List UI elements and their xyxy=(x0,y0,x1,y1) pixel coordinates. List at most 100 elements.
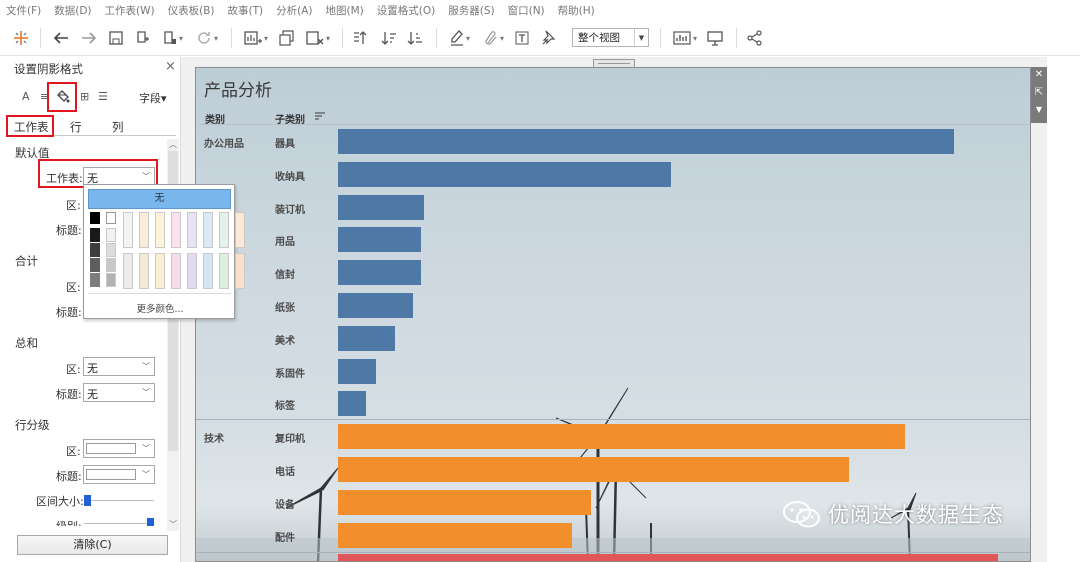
color-swatch[interactable] xyxy=(106,258,116,272)
bar[interactable] xyxy=(338,424,905,450)
bar[interactable] xyxy=(338,522,572,548)
color-swatch[interactable] xyxy=(123,212,133,248)
close-icon[interactable]: ✕ xyxy=(1031,69,1047,80)
color-swatch[interactable] xyxy=(106,212,116,224)
grand-total-area-dropdown[interactable]: 无 ﹀ xyxy=(83,357,155,376)
sort-icon[interactable] xyxy=(315,112,325,121)
tableau-logo-icon[interactable] xyxy=(12,27,30,49)
pause-update-icon[interactable]: ▾ xyxy=(160,27,186,49)
bar[interactable] xyxy=(338,358,376,384)
color-swatch[interactable] xyxy=(187,212,197,248)
tab-rows[interactable]: 行 xyxy=(70,119,82,135)
menu-server[interactable]: 服务器(S) xyxy=(448,3,494,18)
color-swatch[interactable] xyxy=(123,253,133,289)
color-swatch[interactable] xyxy=(171,212,181,248)
menu-help[interactable]: 帮助(H) xyxy=(558,3,595,18)
color-swatch[interactable] xyxy=(219,253,229,289)
color-swatch[interactable] xyxy=(235,212,245,248)
scroll-up-icon[interactable]: ︿ xyxy=(167,139,179,151)
fit-view-select[interactable]: 整个视图 ▼ xyxy=(572,28,649,47)
color-swatch[interactable] xyxy=(139,253,149,289)
bar[interactable] xyxy=(338,260,421,286)
color-swatch[interactable] xyxy=(203,253,213,289)
field-dropdown[interactable]: 字段▾ xyxy=(139,90,167,106)
banding-header-color-dropdown[interactable]: ﹀ xyxy=(83,465,155,484)
bar[interactable] xyxy=(338,489,591,515)
bar[interactable] xyxy=(338,161,671,187)
category-label[interactable]: 办公用品 xyxy=(204,135,244,150)
bar-furniture-partial[interactable] xyxy=(338,554,998,561)
more-colors-link[interactable]: 更多颜色... xyxy=(84,301,236,315)
palette-none-option[interactable]: 无 xyxy=(88,189,231,209)
menu-window[interactable]: 窗口(N) xyxy=(508,3,545,18)
menu-analysis[interactable]: 分析(A) xyxy=(276,3,312,18)
menu-map[interactable]: 地图(M) xyxy=(326,3,364,18)
chevron-down-icon[interactable]: ▼ xyxy=(1031,105,1047,114)
tab-columns[interactable]: 列 xyxy=(112,119,124,135)
subcategory-label[interactable]: 配件 xyxy=(275,529,295,544)
subcategory-label[interactable]: 纸张 xyxy=(275,299,295,314)
menu-worksheet[interactable]: 工作表(W) xyxy=(105,3,155,18)
subcategory-label[interactable]: 器具 xyxy=(275,135,295,150)
show-labels-icon[interactable] xyxy=(513,27,531,49)
color-swatch[interactable] xyxy=(90,273,100,287)
highlight-icon[interactable]: ▾ xyxy=(446,27,474,49)
bar[interactable] xyxy=(338,457,849,482)
subcategory-label[interactable]: 复印机 xyxy=(275,430,305,445)
clear-button[interactable]: 清除(C) xyxy=(17,535,168,555)
level-slider[interactable] xyxy=(84,518,156,526)
color-swatch[interactable] xyxy=(90,258,100,272)
color-swatch[interactable] xyxy=(155,253,165,289)
bar[interactable] xyxy=(338,293,413,318)
subcategory-label[interactable]: 电话 xyxy=(275,463,295,478)
redo-icon[interactable] xyxy=(80,27,98,49)
color-swatch[interactable] xyxy=(90,228,100,242)
undo-icon[interactable] xyxy=(52,27,70,49)
menu-story[interactable]: 故事(T) xyxy=(228,3,264,18)
group-icon[interactable]: ▾ xyxy=(480,27,508,49)
color-swatch[interactable] xyxy=(155,212,165,248)
presentation-icon[interactable] xyxy=(706,27,724,49)
pop-out-icon[interactable]: ⇱ xyxy=(1031,87,1047,98)
menu-file[interactable]: 文件(F) xyxy=(6,3,41,18)
close-icon[interactable]: × xyxy=(165,59,176,74)
show-me-icon[interactable]: ▾ xyxy=(670,27,700,49)
menu-dashboard[interactable]: 仪表板(B) xyxy=(168,3,215,18)
subcategory-label[interactable]: 设备 xyxy=(275,496,295,511)
new-datasource-icon[interactable] xyxy=(134,27,152,49)
new-worksheet-icon[interactable]: ▾ xyxy=(240,27,272,49)
color-swatch[interactable] xyxy=(171,253,181,289)
color-swatch[interactable] xyxy=(187,253,197,289)
subcategory-label[interactable]: 装订机 xyxy=(275,201,305,216)
color-swatch[interactable] xyxy=(90,212,100,224)
share-icon[interactable] xyxy=(746,27,764,49)
color-swatch[interactable] xyxy=(106,273,116,287)
color-swatch[interactable] xyxy=(139,212,149,248)
grand-total-header-dropdown[interactable]: 无 ﹀ xyxy=(83,383,155,402)
subcategory-label[interactable]: 信封 xyxy=(275,266,295,281)
refresh-icon[interactable]: ▾ xyxy=(192,27,222,49)
subcategory-label[interactable]: 系固件 xyxy=(275,365,305,380)
color-swatch[interactable] xyxy=(106,243,116,257)
save-icon[interactable] xyxy=(107,27,125,49)
clear-sheet-icon[interactable]: ▾ xyxy=(302,27,334,49)
lines-tab-icon[interactable]: ☰ xyxy=(98,90,108,103)
font-tab-icon[interactable]: A xyxy=(22,90,30,103)
scroll-down-icon[interactable]: ﹀ xyxy=(167,519,179,531)
pin-axes-icon[interactable] xyxy=(539,27,557,49)
menu-format[interactable]: 设置格式(O) xyxy=(377,3,435,18)
subcategory-label[interactable]: 标签 xyxy=(275,397,295,412)
duplicate-sheet-icon[interactable] xyxy=(278,27,296,49)
color-swatch[interactable] xyxy=(203,212,213,248)
sort-ascending-icon[interactable] xyxy=(380,27,398,49)
category-label[interactable]: 技术 xyxy=(204,430,224,445)
sheet-resize-handle[interactable] xyxy=(593,59,635,67)
color-swatch[interactable] xyxy=(235,253,245,289)
color-swatch[interactable] xyxy=(219,212,229,248)
subcategory-label[interactable]: 用品 xyxy=(275,233,295,248)
swap-axes-icon[interactable] xyxy=(351,27,371,49)
bar[interactable] xyxy=(338,391,366,417)
bar[interactable] xyxy=(338,194,424,220)
subcategory-label[interactable]: 收纳具 xyxy=(275,168,305,183)
banding-area-color-dropdown[interactable]: ﹀ xyxy=(83,439,155,458)
